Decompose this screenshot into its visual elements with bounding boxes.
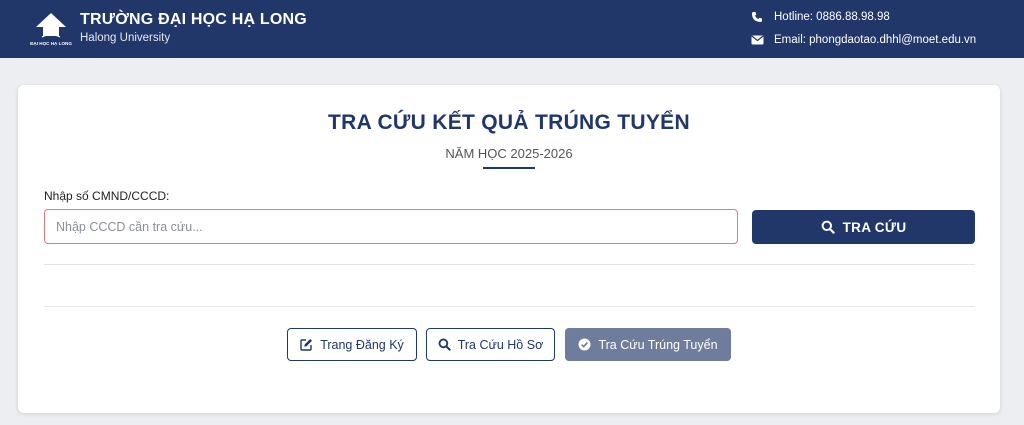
- admission-lookup-label: Tra Cứu Trúng Tuyển: [598, 337, 718, 352]
- envelope-icon: [750, 34, 764, 46]
- application-lookup-button[interactable]: Tra Cứu Hồ Sơ: [426, 328, 555, 361]
- university-logo[interactable]: ĐẠI HỌC HẠ LONG: [28, 10, 74, 48]
- academic-year: NĂM HỌC 2025-2026: [445, 146, 573, 161]
- check-circle-icon: [578, 338, 591, 351]
- result-divider-bottom: [44, 306, 975, 307]
- search-button[interactable]: TRA CỨU: [752, 210, 975, 244]
- admission-lookup-button[interactable]: Tra Cứu Trúng Tuyển: [565, 328, 731, 361]
- registration-page-label: Trang Đăng Ký: [320, 337, 404, 352]
- hotline-contact[interactable]: Hotline: 0886.88.98.98: [750, 11, 890, 23]
- school-subname: Halong University: [80, 32, 171, 44]
- email-text: Email: phongdaotao.dhhl@moet.edu.vn: [774, 34, 977, 46]
- id-search-input[interactable]: [44, 209, 738, 244]
- registration-page-button[interactable]: Trang Đăng Ký: [287, 328, 417, 361]
- school-name: TRƯỜNG ĐẠI HỌC HẠ LONG: [80, 11, 307, 28]
- edit-icon: [300, 338, 313, 351]
- result-divider-top: [44, 264, 975, 265]
- hotline-text: Hotline: 0886.88.98.98: [774, 11, 890, 23]
- phone-icon: [750, 11, 764, 23]
- lookup-card: TRA CỨU KẾT QUẢ TRÚNG TUYỂN NĂM HỌC 2025…: [18, 85, 1000, 413]
- id-field-label: Nhập số CMND/CCCD:: [44, 189, 170, 203]
- page-title: TRA CỨU KẾT QUẢ TRÚNG TUYỂN: [328, 111, 690, 134]
- logo-text: ĐẠI HỌC HẠ LONG: [30, 41, 72, 46]
- email-contact[interactable]: Email: phongdaotao.dhhl@moet.edu.vn: [750, 34, 976, 46]
- search-button-label: TRA CỨU: [842, 219, 907, 235]
- search-icon: [821, 220, 835, 234]
- search-icon: [438, 338, 451, 351]
- application-lookup-label: Tra Cứu Hồ Sơ: [457, 337, 544, 352]
- title-underline: [483, 167, 535, 169]
- site-header: ĐẠI HỌC HẠ LONG TRƯỜNG ĐẠI HỌC HẠ LONG H…: [0, 0, 1024, 58]
